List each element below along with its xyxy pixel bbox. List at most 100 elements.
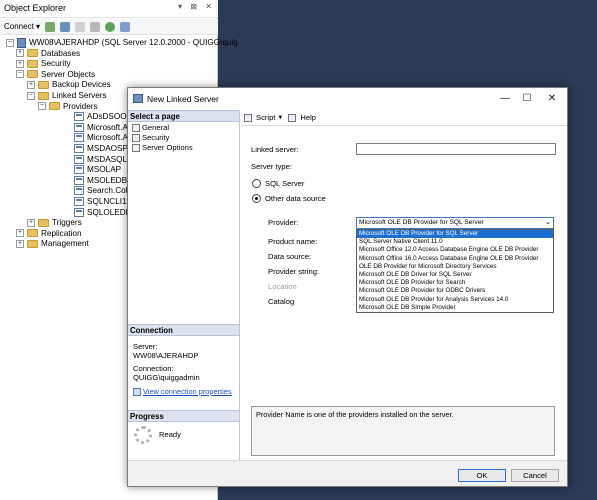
- tree-node[interactable]: MSDAOSP: [63, 143, 128, 154]
- panel-controls[interactable]: ▾ ⊠ ✕: [178, 2, 215, 11]
- page-icon: [132, 133, 140, 142]
- provider-option[interactable]: OLE DB Provider for Microsoft Directory …: [357, 263, 553, 271]
- tree-node[interactable]: − Providers: [38, 101, 98, 112]
- provider-dropdown-list[interactable]: Microsoft OLE DB Provider for SQL Server…: [356, 229, 554, 313]
- help-button[interactable]: Help: [300, 113, 316, 122]
- other-data-source-radio-label[interactable]: Other data source: [265, 194, 326, 203]
- connection-header: Connection: [128, 324, 239, 336]
- page-icon: [132, 123, 140, 132]
- provider-option[interactable]: Microsoft OLE DB Provider for Search: [357, 279, 553, 287]
- provider-option[interactable]: Microsoft Office 16.0 Access Database En…: [357, 255, 553, 263]
- minimize-button[interactable]: —: [494, 91, 516, 106]
- provider-icon: [74, 144, 84, 153]
- provider-option[interactable]: Microsoft OLE DB Driver for SQL Server: [357, 271, 553, 279]
- tree-node[interactable]: + Triggers: [27, 217, 82, 228]
- tree-node-label: SQLNCLI11: [87, 197, 131, 206]
- tree-node-label: Server Objects: [41, 69, 96, 79]
- dialog-app-icon: [133, 94, 143, 103]
- expand-icon[interactable]: +: [27, 218, 35, 227]
- tree-node[interactable]: + Management: [16, 238, 89, 249]
- expand-icon[interactable]: +: [16, 49, 24, 58]
- filter-icon[interactable]: [90, 21, 101, 32]
- collapse-icon[interactable]: −: [27, 91, 35, 100]
- expand-icon[interactable]: +: [16, 229, 24, 238]
- tree-node[interactable]: − WW08\AJERAHDP (SQL Server 12.0.2000 - Q…: [6, 37, 238, 48]
- progress-header: Progress: [128, 410, 239, 422]
- server-value: WW08\AJERAHDP: [133, 351, 199, 360]
- provider-select[interactable]: Microsoft OLE DB Provider for SQL Server…: [356, 217, 554, 229]
- description-box: Provider Name is one of the providers in…: [251, 406, 555, 456]
- refresh-icon[interactable]: [105, 21, 116, 32]
- provider-option[interactable]: Microsoft Office 12.0 Access Database En…: [357, 246, 553, 254]
- tree-node[interactable]: + Backup Devices: [27, 79, 111, 90]
- tree-node[interactable]: MSOLAP: [63, 164, 121, 175]
- page-security[interactable]: Security: [132, 133, 169, 142]
- server-label: Server:: [133, 342, 158, 351]
- tree-node[interactable]: + Security: [16, 58, 71, 69]
- help-icon[interactable]: [288, 113, 297, 122]
- view-connection-properties-link[interactable]: View connection properties: [133, 387, 232, 396]
- activity-monitor-icon[interactable]: [120, 21, 131, 32]
- collapse-icon[interactable]: −: [38, 102, 46, 111]
- provider-icon: [74, 197, 84, 206]
- data-source-label: Data source:: [268, 252, 312, 261]
- sql-server-radio-label[interactable]: SQL Server: [265, 179, 304, 188]
- provider-option[interactable]: Microsoft OLE DB Provider for ODBC Drive…: [357, 287, 553, 295]
- page-general[interactable]: General: [132, 123, 169, 132]
- provider-label: Provider:: [268, 218, 299, 227]
- provider-option[interactable]: Microsoft OLE DB Provider for SQL Server: [357, 230, 553, 239]
- linked-server-input[interactable]: [356, 143, 556, 155]
- progress-spinner-icon: [134, 426, 152, 444]
- tree-node[interactable]: MSDASQL: [63, 154, 127, 165]
- folder-icon: [38, 91, 49, 100]
- linked-server-label: Linked server:: [251, 145, 299, 154]
- provider-icon: [74, 207, 84, 217]
- provider-icon: [74, 186, 84, 196]
- ok-button[interactable]: OK: [458, 469, 506, 482]
- maximize-button[interactable]: ☐: [516, 91, 538, 106]
- tree-node[interactable]: + Replication: [16, 228, 82, 239]
- cancel-button[interactable]: Cancel: [511, 469, 559, 482]
- provider-icon: [74, 133, 84, 143]
- server-icon: [17, 37, 26, 48]
- collapse-icon[interactable]: −: [6, 38, 14, 47]
- tree-node-label: Management: [41, 239, 89, 249]
- script-dropdown-icon[interactable]: ▼: [277, 115, 283, 121]
- provider-option[interactable]: SQL Server Native Client 11.0: [357, 238, 553, 246]
- other-data-source-radio[interactable]: [252, 194, 261, 203]
- chevron-down-icon[interactable]: ⌄: [545, 218, 551, 228]
- page-server-options[interactable]: Server Options: [132, 143, 193, 152]
- stop-icon[interactable]: [75, 21, 86, 32]
- tree-node[interactable]: − Server Objects: [16, 69, 95, 80]
- tree-node[interactable]: − Linked Servers: [27, 90, 107, 101]
- tree-node[interactable]: SQLNCLI11: [63, 196, 131, 207]
- sql-server-radio[interactable]: [252, 179, 261, 188]
- page-icon: [132, 143, 140, 152]
- progress-status: Ready: [159, 430, 181, 439]
- script-button[interactable]: Script: [256, 113, 275, 122]
- page-security-label: Security: [142, 133, 170, 142]
- page-server-options-label: Server Options: [142, 143, 193, 152]
- server-type-label: Server type:: [251, 162, 292, 171]
- tree-node[interactable]: SQLOLEDB: [63, 207, 131, 218]
- tree-node[interactable]: + Databases: [16, 48, 80, 59]
- provider-option[interactable]: Microsoft OLE DB Provider for Analysis S…: [357, 296, 553, 304]
- tree-node-label: Providers: [63, 101, 98, 111]
- description-text: Provider Name is one of the providers in…: [256, 410, 454, 419]
- expand-icon[interactable]: +: [27, 80, 35, 89]
- tree-node-label: MSDAOSP: [87, 144, 128, 153]
- close-button[interactable]: ✕: [541, 91, 563, 106]
- connect-icon[interactable]: [45, 21, 56, 32]
- expand-icon[interactable]: +: [16, 239, 24, 248]
- expand-icon[interactable]: +: [16, 59, 24, 68]
- provider-option[interactable]: Microsoft OLE DB Simple Provider: [357, 304, 553, 312]
- connect-button[interactable]: Connect ▾: [4, 22, 40, 31]
- disconnect-icon[interactable]: [60, 21, 71, 32]
- collapse-icon[interactable]: −: [16, 70, 24, 79]
- script-icon[interactable]: [244, 113, 252, 122]
